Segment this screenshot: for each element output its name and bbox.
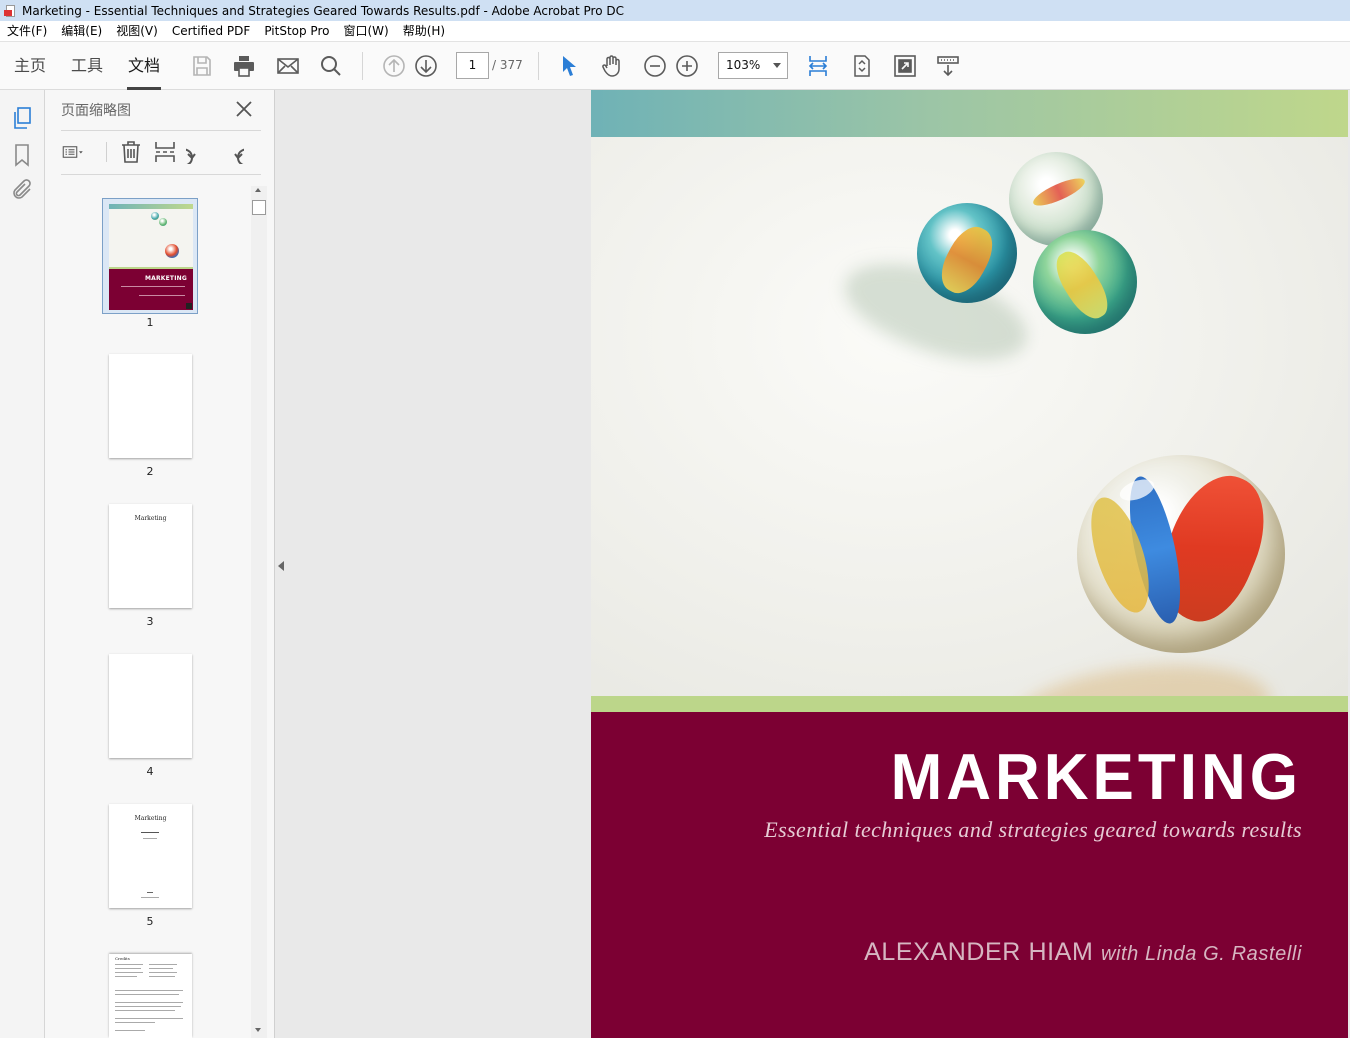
collapse-panel-arrow-icon[interactable]: [278, 561, 284, 571]
insert-page-icon[interactable]: [153, 140, 177, 164]
cover-title: MARKETING: [890, 741, 1302, 814]
thumbnail-number: 3: [146, 615, 154, 628]
hand-icon[interactable]: [600, 54, 624, 78]
thumbnail-number: 2: [146, 465, 154, 478]
menu-view[interactable]: 视图(V): [109, 21, 165, 42]
page-thumbnails-icon[interactable]: [10, 106, 34, 130]
thumbnail-page-4[interactable]: [109, 654, 192, 758]
menu-certified-pdf[interactable]: Certified PDF: [165, 21, 258, 42]
scroll-down-arrow-icon[interactable]: [255, 1028, 261, 1032]
thumbnail-number: 4: [146, 765, 154, 778]
marble-left: [917, 203, 1017, 303]
acrobat-app-icon: [4, 4, 18, 18]
zoom-value: 103%: [726, 58, 761, 72]
plus-circle-icon[interactable]: [675, 54, 699, 78]
pointer-icon[interactable]: [557, 54, 581, 78]
thumbnail-scrollbar[interactable]: [251, 186, 267, 1038]
thumbnail-page-2[interactable]: [109, 354, 192, 458]
thumbnail-page-1: MARKETING: [109, 204, 193, 310]
full-screen-icon[interactable]: [893, 54, 917, 78]
panel-title: 页面缩略图: [61, 103, 131, 119]
scroll-thumb[interactable]: [252, 200, 266, 215]
author-name: ALEXANDER HIAM: [864, 938, 1094, 966]
thumbnail-page-5[interactable]: Marketing: [109, 804, 192, 908]
cover-author: ALEXANDER HIAM with Linda G. Rastelli: [864, 938, 1302, 967]
tab-document[interactable]: 文档: [126, 42, 162, 90]
thumbnail-page-3[interactable]: Marketing: [109, 504, 192, 608]
coauthor-name: with Linda G. Rastelli: [1100, 943, 1302, 965]
menu-window[interactable]: 窗口(W): [336, 21, 395, 42]
scroll-up-arrow-icon[interactable]: [255, 188, 261, 192]
menu-bar: 文件(F) 编辑(E) 视图(V) Certified PDF PitStop …: [0, 21, 1350, 42]
paperclip-icon[interactable]: [10, 178, 34, 202]
rotate-right-icon[interactable]: [220, 140, 244, 164]
thumbnail-text: Credits: [115, 956, 130, 961]
thumbnail-panel: 页面缩略图 MARKETING 1 2 Marketing 3 4 Market…: [45, 90, 275, 1038]
navigation-rail: [0, 90, 45, 1038]
thumbnail-selected-frame[interactable]: MARKETING: [102, 198, 198, 314]
marble-right: [1033, 230, 1137, 334]
thumbnail-number: 5: [146, 915, 154, 928]
save-icon[interactable]: [190, 54, 214, 78]
menu-file[interactable]: 文件(F): [0, 21, 54, 42]
read-mode-icon[interactable]: [936, 54, 960, 78]
cover-top-band: [591, 90, 1348, 137]
fit-page-icon[interactable]: [806, 54, 830, 78]
print-icon[interactable]: [232, 54, 256, 78]
chevron-down-icon: [773, 63, 781, 68]
email-icon[interactable]: [276, 54, 300, 78]
arrow-down-circle-icon[interactable]: [414, 54, 438, 78]
thumbnail-options-icon[interactable]: [61, 140, 93, 164]
pdf-page-cover: MARKETING Essential techniques and strat…: [591, 90, 1348, 1038]
thumbnail-page-6[interactable]: Credits: [109, 954, 192, 1038]
thumbnail-cover-title: MARKETING: [144, 275, 187, 282]
tab-home[interactable]: 主页: [14, 42, 46, 90]
menu-help[interactable]: 帮助(H): [396, 21, 452, 42]
thumbnail-text: Marketing: [134, 515, 167, 522]
search-icon[interactable]: [319, 54, 343, 78]
title-bar: Marketing - Essential Techniques and Str…: [0, 0, 1350, 21]
minus-circle-icon[interactable]: [643, 54, 667, 78]
rotate-left-icon[interactable]: [186, 140, 210, 164]
arrow-up-circle-icon[interactable]: [382, 54, 406, 78]
cover-photo-marbles: [591, 137, 1348, 696]
rotate-view-icon[interactable]: [850, 54, 874, 78]
divider: [61, 174, 261, 175]
window-title: Marketing - Essential Techniques and Str…: [22, 3, 624, 18]
thumbnail-text: Marketing: [134, 815, 167, 822]
cover-green-band: [591, 696, 1348, 712]
tab-tools[interactable]: 工具: [71, 42, 103, 90]
bookmark-icon[interactable]: [10, 143, 34, 167]
toolbar-separator: [538, 52, 539, 80]
page-number-input[interactable]: 1: [456, 52, 489, 79]
divider: [61, 130, 261, 131]
marble-large: [1077, 455, 1285, 653]
menu-pitstop-pro[interactable]: PitStop Pro: [257, 21, 336, 42]
zoom-select[interactable]: 103%: [718, 52, 788, 79]
close-icon[interactable]: [233, 98, 255, 120]
trash-icon[interactable]: [119, 140, 143, 164]
cover-subtitle: Essential techniques and strategies gear…: [764, 817, 1302, 842]
toolbar-separator: [106, 142, 107, 162]
menu-edit[interactable]: 编辑(E): [54, 21, 109, 42]
toolbar-separator: [362, 52, 363, 80]
page-total: / 377: [492, 58, 523, 72]
thumbnail-number: 1: [146, 316, 154, 329]
